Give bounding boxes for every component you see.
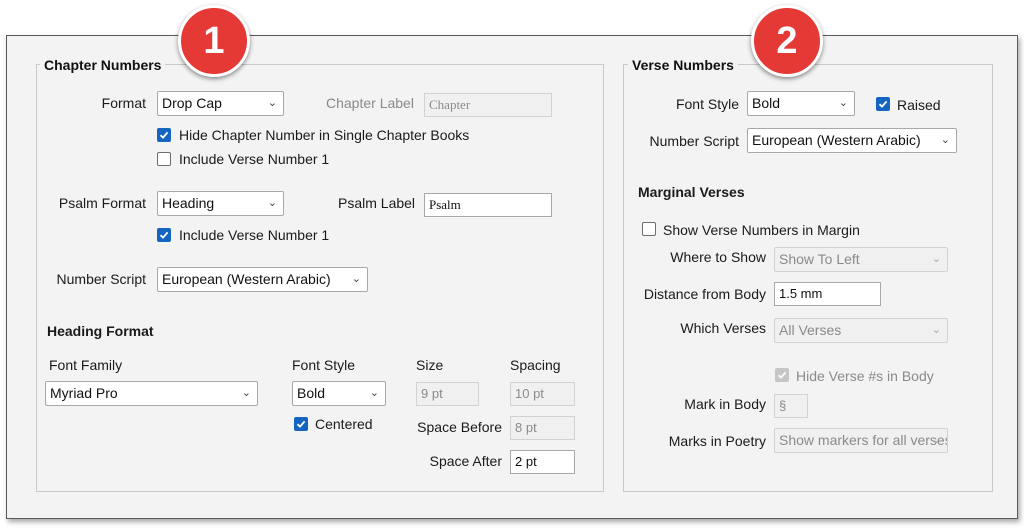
checkmark-icon [296,420,306,428]
distance-from-body-input[interactable]: 1.5 mm [774,282,881,306]
mark-in-body-input[interactable]: § [774,394,808,418]
marks-in-poetry-select[interactable]: Show markers for all verses ⌄ [774,428,948,453]
checkmark-icon [878,100,888,108]
number-script-select-value: European (Western Arabic) [162,271,331,287]
which-verses-label: Which Verses [680,320,766,336]
size-label: Size [416,357,444,373]
centered-checkbox[interactable] [294,417,308,431]
font-family-select-value: Myriad Pro [50,385,118,401]
font-family-label: Font Family [49,357,123,373]
psalm-include-verse-1-label: Include Verse Number 1 [179,227,330,243]
verse-number-script-select[interactable]: European (Western Arabic) ⌄ [747,128,957,153]
space-after-label: Space After [429,453,502,469]
chevron-down-icon: ⌄ [931,253,941,265]
verse-number-script-label: Number Script [649,133,739,149]
show-margin-checkbox[interactable] [642,222,656,236]
verse-font-style-select[interactable]: Bold ⌄ [747,91,855,116]
checkmark-icon [159,131,169,139]
marks-in-poetry-select-value: Show markers for all verses [779,432,948,448]
verse-font-style-select-value: Bold [752,95,781,111]
chevron-down-icon: ⌄ [267,97,277,109]
which-verses-select-value: All Verses [779,322,842,338]
raised-checkbox[interactable] [876,97,890,111]
include-verse-1-checkbox[interactable] [157,152,171,166]
space-before-input[interactable]: 8 pt [510,416,575,440]
mark-in-body-label: Mark in Body [684,396,766,412]
where-to-show-label: Where to Show [670,249,766,265]
psalm-format-label: Psalm Format [58,195,146,211]
chevron-down-icon: ⌄ [241,387,251,399]
chevron-down-icon: ⌄ [838,97,848,109]
number-script-select[interactable]: European (Western Arabic) ⌄ [157,267,368,292]
hide-verse-body-checkbox[interactable] [775,368,789,382]
font-style-select[interactable]: Bold ⌄ [292,381,386,406]
spacing-input[interactable]: 10 pt [510,382,575,406]
verse-font-style-label: Font Style [675,96,739,112]
include-verse-1-label: Include Verse Number 1 [179,151,330,167]
font-style-label: Font Style [292,357,356,373]
size-input[interactable]: 9 pt [416,382,479,406]
font-style-select-value: Bold [297,385,326,401]
distance-from-body-label: Distance from Body [643,286,766,302]
spacing-label: Spacing [510,357,561,373]
verse-number-script-select-value: European (Western Arabic) [752,132,921,148]
callout-badge-1: 1 [178,5,250,77]
hide-single-chapter-label: Hide Chapter Number in Single Chapter Bo… [179,127,470,143]
show-margin-label: Show Verse Numbers in Margin [663,222,860,238]
chevron-down-icon: ⌄ [267,197,277,209]
marginal-verses-title: Marginal Verses [638,184,745,200]
psalm-label-input[interactable]: Psalm [424,193,552,217]
checkmark-icon [159,231,169,239]
chapter-label-label: Chapter Label [326,95,414,111]
hide-single-chapter-checkbox[interactable] [157,128,171,142]
format-label: Format [101,95,146,111]
psalm-format-select[interactable]: Heading ⌄ [157,191,284,216]
chevron-down-icon: ⌄ [351,273,361,285]
chevron-down-icon: ⌄ [931,434,941,446]
space-before-label: Space Before [417,419,502,435]
hide-verse-body-label: Hide Verse #s in Body [796,368,934,384]
callout-badge-2: 2 [751,5,823,77]
which-verses-select[interactable]: All Verses ⌄ [774,318,948,343]
centered-label: Centered [315,416,373,432]
chapter-label-input[interactable]: Chapter [424,93,552,117]
psalm-include-verse-1-checkbox[interactable] [157,228,171,242]
verse-numbers-title: Verse Numbers [628,57,738,73]
marks-in-poetry-label: Marks in Poetry [668,433,766,449]
where-to-show-select-value: Show To Left [779,251,860,267]
space-after-input[interactable]: 2 pt [510,450,575,474]
psalm-label-label: Psalm Label [338,195,416,211]
number-script-label: Number Script [56,271,146,287]
chevron-down-icon: ⌄ [931,324,941,336]
format-select-value: Drop Cap [162,95,222,111]
font-family-select[interactable]: Myriad Pro ⌄ [45,381,258,406]
checkmark-icon [777,371,787,379]
chapter-numbers-title: Chapter Numbers [40,57,166,73]
heading-format-title: Heading Format [47,323,154,339]
chevron-down-icon: ⌄ [369,387,379,399]
where-to-show-select[interactable]: Show To Left ⌄ [774,247,948,272]
psalm-format-select-value: Heading [162,195,215,211]
raised-label: Raised [897,97,941,113]
format-select[interactable]: Drop Cap ⌄ [157,91,284,116]
chevron-down-icon: ⌄ [940,134,950,146]
